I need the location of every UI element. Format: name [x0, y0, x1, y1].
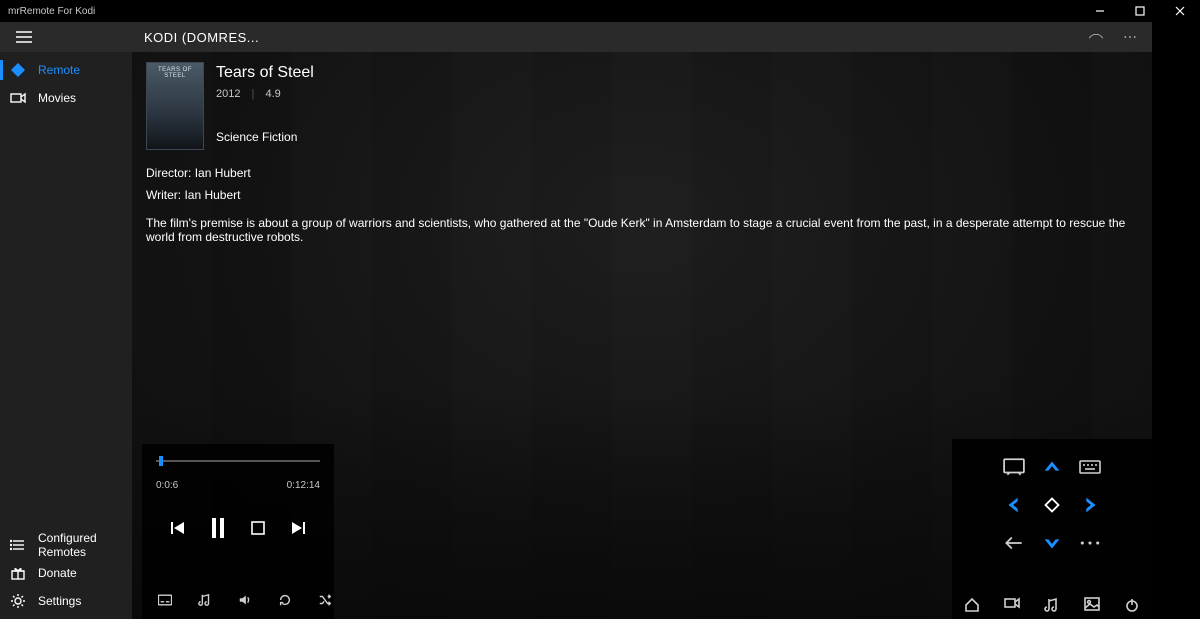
repeat-icon[interactable] — [278, 593, 292, 607]
gear-icon — [10, 593, 26, 609]
dpad-up[interactable] — [1036, 451, 1068, 483]
remote-dpad-panel — [952, 439, 1152, 619]
movie-plot: The film's premise is about a group of w… — [146, 216, 1126, 244]
dpad-right[interactable] — [1074, 489, 1106, 521]
sidebar-item-donate[interactable]: Donate — [0, 559, 132, 587]
osd-icon[interactable] — [998, 451, 1030, 483]
time-total: 0:12:14 — [287, 480, 320, 491]
playback-secondary-controls — [156, 593, 320, 611]
audio-track-icon[interactable] — [198, 593, 212, 607]
movie-title: Tears of Steel — [216, 64, 314, 82]
more-icon[interactable] — [1122, 29, 1138, 45]
pictures-icon[interactable] — [1084, 597, 1100, 613]
sidebar: Remote Movies Configured Remotes — [0, 52, 132, 619]
progress-thumb[interactable] — [159, 456, 163, 466]
movie-poster[interactable]: TEARS OF STEEL — [146, 62, 204, 150]
shuffle-icon[interactable] — [318, 593, 332, 607]
stop-button[interactable] — [249, 519, 267, 537]
director-line: Director: Ian Hubert — [146, 162, 1138, 184]
sidebar-item-movies[interactable]: Movies — [0, 84, 132, 112]
movie-genre: Science Fiction — [216, 130, 314, 144]
volume-icon[interactable] — [238, 593, 252, 607]
remote-bottom-icons — [964, 597, 1140, 613]
minimize-button[interactable] — [1080, 0, 1120, 22]
main-content: TEARS OF STEEL Tears of Steel 2012 | 4.9… — [132, 52, 1152, 619]
back-icon[interactable] — [998, 527, 1030, 559]
gift-icon — [10, 565, 26, 581]
header-title: KODI (DOMRES... — [144, 30, 259, 45]
movie-meta: 2012 | 4.9 — [216, 88, 314, 100]
sidebar-item-label: Configured Remotes — [38, 531, 132, 559]
pause-button[interactable] — [209, 519, 227, 537]
movie-rating: 4.9 — [265, 88, 280, 100]
sidebar-item-remote[interactable]: Remote — [0, 56, 132, 84]
music-icon[interactable] — [1044, 597, 1060, 613]
poster-text: TEARS OF STEEL — [147, 67, 203, 79]
kodi-icon — [10, 62, 26, 78]
next-button[interactable] — [289, 519, 307, 537]
sidebar-item-label: Settings — [38, 594, 81, 608]
camera-icon — [10, 90, 26, 106]
playback-controls — [156, 519, 320, 537]
subtitle-icon[interactable] — [158, 593, 172, 607]
progress-bar[interactable] — [156, 460, 320, 462]
sidebar-item-label: Movies — [38, 91, 76, 105]
time-elapsed: 0:0:6 — [156, 480, 178, 491]
sidebar-item-configured-remotes[interactable]: Configured Remotes — [0, 531, 132, 559]
dpad-left[interactable] — [998, 489, 1030, 521]
sidebar-item-label: Remote — [38, 63, 80, 77]
writer-line: Writer: Ian Hubert — [146, 184, 1138, 206]
right-edge — [1152, 22, 1200, 619]
playback-panel: 0:0:6 0:12:14 — [142, 444, 334, 619]
sidebar-item-label: Donate — [38, 566, 77, 580]
home-icon[interactable] — [964, 597, 980, 613]
window-controls — [1080, 0, 1200, 22]
sidebar-item-settings[interactable]: Settings — [0, 587, 132, 615]
maximize-button[interactable] — [1120, 0, 1160, 22]
keyboard-icon[interactable] — [1074, 451, 1106, 483]
close-button[interactable] — [1160, 0, 1200, 22]
previous-button[interactable] — [169, 519, 187, 537]
header: KODI (DOMRES... — [0, 22, 1152, 52]
power-icon[interactable] — [1124, 597, 1140, 613]
dpad-ok[interactable] — [1036, 489, 1068, 521]
list-icon — [10, 537, 26, 553]
dpad-down[interactable] — [1036, 527, 1068, 559]
video-icon[interactable] — [1004, 597, 1020, 613]
hamburger-menu-button[interactable] — [4, 22, 44, 52]
window-title: mrRemote For Kodi — [8, 6, 95, 17]
visibility-icon[interactable] — [1088, 29, 1104, 45]
movie-year: 2012 — [216, 88, 240, 100]
titlebar: mrRemote For Kodi — [0, 0, 1200, 22]
context-menu-icon[interactable] — [1074, 527, 1106, 559]
movie-detail: TEARS OF STEEL Tears of Steel 2012 | 4.9… — [132, 52, 1152, 254]
